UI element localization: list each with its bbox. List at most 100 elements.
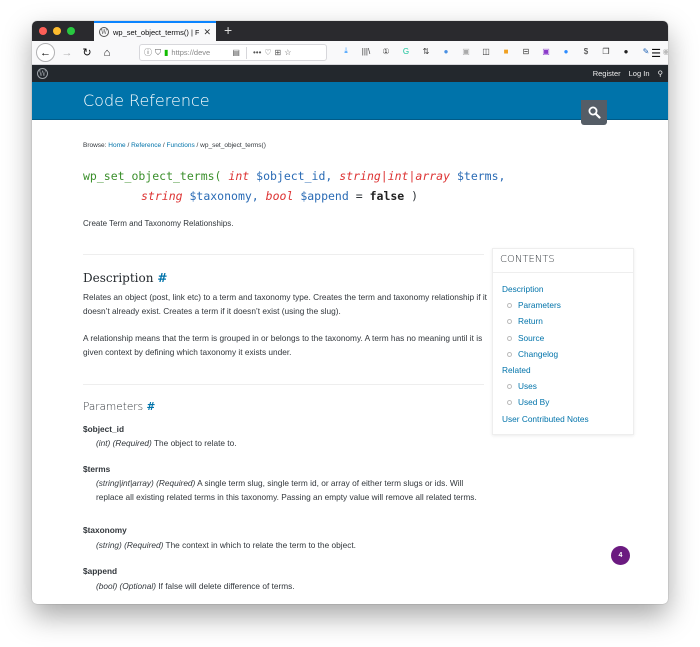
admin-search-icon[interactable]: ⚲ [658, 69, 664, 78]
black-extension-icon[interactable]: ● [620, 45, 632, 57]
page-actions-icon[interactable]: ••• [253, 48, 261, 57]
toc-item-changelog[interactable]: Changelog [502, 346, 633, 362]
address-bar[interactable]: ⓘ ⛉ ▮ https://deve ▤ ••• ♡ ⊞ ☆ [139, 44, 327, 61]
param-desc-text: A single term slug, single term id, or a… [96, 478, 477, 502]
image-extension-icon[interactable]: ■ [500, 45, 512, 57]
pocket-icon[interactable]: ♡ [264, 48, 271, 57]
register-link[interactable]: Register [593, 69, 621, 78]
dollar-extension-icon[interactable]: $ [580, 45, 592, 57]
table-of-contents: CONTENTS Description Parameters Return Sour… [492, 248, 634, 435]
toc-list: Description Parameters Return Source Changel… [493, 273, 633, 427]
param-required: (Required) [112, 438, 152, 448]
breadcrumb-prefix: Browse: [83, 142, 107, 149]
maximize-window-button[interactable] [67, 27, 75, 35]
section-divider [83, 254, 484, 255]
extension-toolbar: ⤓ |||\ ① G ⇅ ● ▣ ◫ ■ ⊟ ▣ ● $ ❐ ● ✎ ◉ [340, 45, 668, 57]
sort-icon[interactable]: ⇅ [420, 45, 432, 57]
bookmark-star-icon[interactable]: ☆ [284, 48, 291, 57]
library-icon[interactable]: |||\ [360, 45, 372, 57]
reader-view-icon[interactable]: ▤ [232, 48, 240, 57]
wp-admin-bar: W Register Log In ⚲ [32, 65, 668, 82]
description-paragraph: A relationship means that the term is gr… [83, 333, 483, 357]
one-password-icon[interactable]: ① [380, 45, 392, 57]
tracking-shield-icon[interactable]: ⛉ [155, 48, 161, 58]
toc-item-description[interactable]: Description [502, 281, 633, 297]
tab-bar: W wp_set_object_terms() | Functio ✕ + [32, 21, 668, 41]
toc-item-return[interactable]: Return [502, 313, 633, 329]
param-type: (bool) [96, 581, 118, 591]
search-button[interactable] [581, 100, 607, 125]
wordpress-logo-icon[interactable]: W [37, 68, 48, 79]
url-separator [245, 46, 247, 59]
function-signature: wp_set_object_terms( int $object_id, str… [83, 166, 513, 206]
back-button[interactable]: ← [36, 43, 55, 62]
toc-item-uses[interactable]: Uses [502, 378, 633, 394]
param-var: $taxonomy, [189, 189, 259, 203]
param-required: (Required) [124, 540, 164, 550]
breadcrumb-home[interactable]: Home [108, 142, 125, 149]
url-text[interactable]: https://deve [171, 48, 229, 57]
close-window-button[interactable] [39, 27, 47, 35]
default-value: false [369, 189, 405, 203]
home-button[interactable]: ⌂ [99, 45, 115, 61]
new-tab-button[interactable]: + [224, 22, 232, 38]
equals-sign: = [355, 189, 363, 203]
toc-item-source[interactable]: Source [502, 330, 633, 346]
forward-button[interactable]: → [59, 45, 75, 61]
site-title[interactable]: Code Reference [83, 91, 210, 110]
nav-toolbar: ← → ↻ ⌂ ⓘ ⛉ ▮ https://deve ▤ ••• ♡ ⊞ ☆ ⤓… [32, 41, 668, 65]
param-description: (string|int|array) (Required) A single t… [96, 476, 488, 504]
section-divider [83, 384, 484, 385]
heading-text: Parameters [83, 401, 144, 413]
user-extension-icon[interactable]: ● [440, 45, 452, 57]
param-var: $terms, [456, 169, 506, 183]
browser-window: W wp_set_object_terms() | Functio ✕ + ← … [32, 21, 668, 604]
notification-badge[interactable]: 4 [611, 546, 630, 565]
param-description: (int) (Required) The object to relate to… [96, 436, 488, 450]
toc-title: CONTENTS [493, 249, 633, 273]
minimize-window-button[interactable] [53, 27, 61, 35]
close-paren: ) [411, 189, 419, 203]
gray-extension-icon[interactable]: ▣ [460, 45, 472, 57]
param-type: string [141, 189, 183, 203]
toc-item-used-by[interactable]: Used By [502, 394, 633, 410]
param-desc-text: The object to relate to. [153, 438, 237, 448]
sidebar-icon[interactable]: ◫ [480, 45, 492, 57]
param-type: (int) [96, 438, 111, 448]
param-desc-text: The context in which to relate the term … [165, 540, 356, 550]
grammarly-icon[interactable]: G [400, 45, 412, 57]
grid-extension-icon[interactable]: ⊟ [520, 45, 532, 57]
param-type: (string|int|array) [96, 478, 154, 488]
toc-item-user-contributed-notes[interactable]: User Contributed Notes [502, 411, 633, 427]
anchor-link[interactable]: # [157, 271, 167, 285]
tab-close-icon[interactable]: ✕ [203, 27, 211, 38]
param-var: $append [300, 189, 349, 203]
anchor-link[interactable]: # [146, 401, 155, 413]
reload-button[interactable]: ↻ [79, 45, 95, 61]
breadcrumb-reference[interactable]: Reference [131, 142, 161, 149]
screenshot-icon[interactable]: ⊞ [275, 48, 282, 57]
login-link[interactable]: Log In [629, 69, 650, 78]
window-controls [39, 27, 75, 35]
toc-item-related[interactable]: Related [502, 362, 633, 378]
breadcrumb-sep: / [196, 142, 199, 149]
hamburger-menu-icon[interactable]: ☰ [648, 45, 664, 61]
copy-extension-icon[interactable]: ❐ [600, 45, 612, 57]
active-tab[interactable]: W wp_set_object_terms() | Functio ✕ [94, 21, 216, 41]
param-var: $object_id, [256, 169, 333, 183]
zoom-extension-icon[interactable]: ● [560, 45, 572, 57]
tab-title: wp_set_object_terms() | Functio [113, 27, 200, 37]
breadcrumb-functions[interactable]: Functions [167, 142, 195, 149]
info-icon[interactable]: ⓘ [144, 47, 152, 58]
purple-extension-icon[interactable]: ▣ [540, 45, 552, 57]
param-name: $append [83, 566, 118, 576]
param-name: $terms [83, 464, 111, 474]
toc-item-parameters[interactable]: Parameters [502, 297, 633, 313]
param-name: $taxonomy [83, 525, 127, 535]
param-type: (string) [96, 540, 122, 550]
parameters-heading: Parameters # [83, 401, 155, 413]
search-icon [588, 106, 601, 119]
download-icon[interactable]: ⤓ [340, 45, 352, 57]
function-name: wp_set_object_terms( [83, 169, 222, 183]
wordpress-favicon-icon: W [99, 27, 109, 37]
